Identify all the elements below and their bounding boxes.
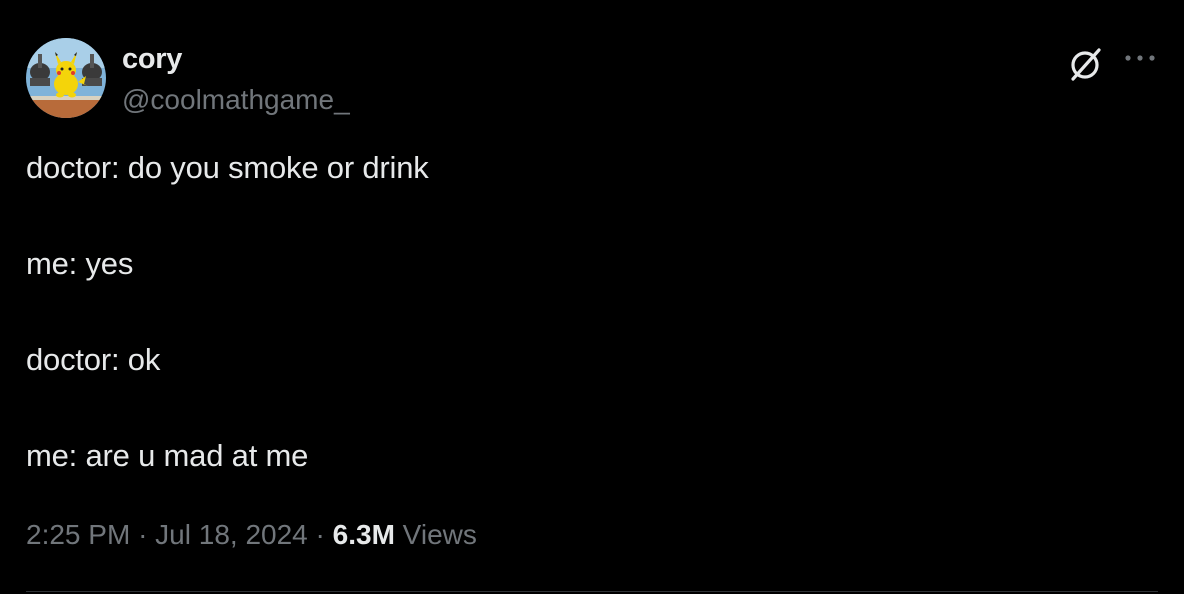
tweet-line: doctor: do you smoke or drink bbox=[26, 150, 429, 185]
tweet: cory @coolmathgame_ doctor: do you smoke… bbox=[0, 0, 1184, 594]
meta-separator: · bbox=[138, 519, 148, 550]
avatar[interactable] bbox=[26, 38, 106, 118]
views-label: Views bbox=[402, 519, 477, 550]
tweet-date[interactable]: Jul 18, 2024 bbox=[155, 519, 308, 550]
meta-separator: · bbox=[315, 519, 325, 550]
divider bbox=[26, 591, 1158, 592]
tweet-line: me: yes bbox=[26, 246, 134, 281]
tweet-time[interactable]: 2:25 PM bbox=[26, 519, 130, 550]
views-count: 6.3M bbox=[332, 519, 395, 550]
tweet-meta: 2:25 PM · Jul 18, 2024 · 6.3M Views bbox=[26, 519, 477, 551]
pikachu-avatar-icon bbox=[26, 38, 106, 118]
tweet-line: me: are u mad at me bbox=[26, 438, 309, 473]
grok-icon[interactable] bbox=[1066, 44, 1106, 84]
tweet-line: doctor: ok bbox=[26, 342, 161, 377]
more-dots-icon[interactable] bbox=[1122, 46, 1158, 70]
display-name[interactable]: cory bbox=[122, 43, 182, 76]
handle[interactable]: @coolmathgame_ bbox=[122, 84, 350, 116]
